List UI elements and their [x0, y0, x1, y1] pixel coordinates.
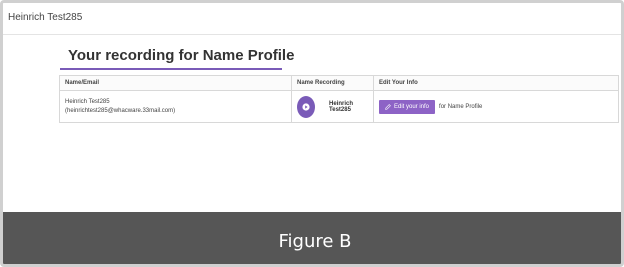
header-user-name: Heinrich Test285 [8, 12, 83, 23]
top-bar: Heinrich Test285 [3, 3, 621, 35]
page-title: Your recording for Name Profile [68, 47, 295, 64]
screenshot-frame: Heinrich Test285 Your recording for Name… [0, 0, 624, 267]
edit-your-info-button[interactable]: Edit your info [379, 99, 436, 114]
edit-button-label: Edit your info [394, 103, 430, 110]
table-row: Heinrich Test285 (heinrichtest285@whacwa… [59, 90, 619, 123]
table-header-row: Name/Email Name Recording Edit Your Info [59, 75, 619, 91]
recording-name: Heinrich Test285 [329, 100, 354, 113]
section-heading: Your recording for Name Profile [60, 47, 294, 70]
pencil-icon [385, 103, 391, 110]
for-profile-text: for Name Profile [439, 103, 483, 110]
name-email-cell: Heinrich Test285 (heinrichtest285@whacwa… [59, 90, 292, 123]
row-name: Heinrich Test285 [65, 98, 110, 105]
edit-info-cell: Edit your info for Name Profile [373, 90, 619, 123]
column-header-name-email: Name/Email [59, 75, 292, 91]
play-button[interactable] [297, 95, 316, 118]
row-email: (heinrichtest285@whacware.33mail.com) [65, 107, 176, 114]
figure-caption-band: Figure B [3, 212, 621, 264]
column-header-edit-info: Edit Your Info [373, 75, 619, 91]
figure-caption: Figure B [278, 230, 352, 252]
name-recording-cell: Heinrich Test285 [291, 90, 374, 123]
recording-table: Name/Email Name Recording Edit Your Info… [59, 75, 619, 123]
play-icon [302, 102, 310, 111]
column-header-name-recording: Name Recording [291, 75, 374, 91]
